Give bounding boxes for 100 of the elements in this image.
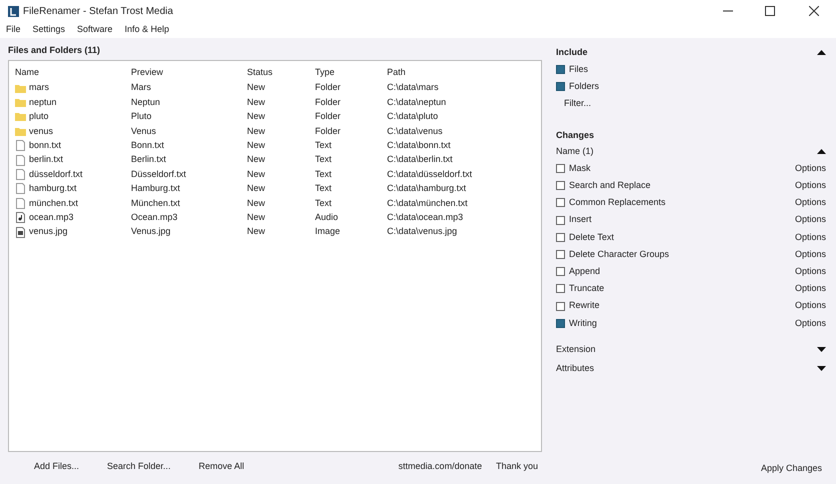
filter-button[interactable]: Filter... <box>556 95 600 113</box>
table-cell-text: New <box>247 196 266 210</box>
checkbox[interactable] <box>556 65 565 74</box>
checkbox-label[interactable]: Rewrite <box>569 299 795 313</box>
checkbox-label[interactable]: Append <box>569 264 795 278</box>
checkbox[interactable] <box>556 198 565 208</box>
column-header[interactable]: Type <box>315 66 387 80</box>
maximize-icon[interactable] <box>765 6 775 16</box>
checkbox-label[interactable]: Insert <box>569 213 795 227</box>
table-cell-text: Image <box>315 225 342 238</box>
options-link[interactable]: Options <box>794 179 826 193</box>
column-header[interactable]: Preview <box>131 66 247 80</box>
file-name[interactable]: düsseldorf.txt <box>29 168 83 182</box>
table-cell-text: C:\data\düsseldorf.txt <box>387 168 474 181</box>
checkbox[interactable] <box>556 164 565 174</box>
column-header[interactable]: Name <box>15 66 131 80</box>
close-icon[interactable] <box>809 6 819 16</box>
checkbox[interactable] <box>556 216 565 225</box>
checkbox[interactable] <box>556 284 565 294</box>
file-name[interactable]: bonn.txt <box>29 139 62 152</box>
collapse-arrow-icon[interactable] <box>817 50 826 55</box>
menu-item[interactable]: Settings <box>32 23 66 37</box>
options-link[interactable]: Options <box>794 162 826 176</box>
panel-title: Files and Folders (11) <box>8 44 102 57</box>
options-link[interactable]: Options <box>794 282 826 296</box>
folder-icon <box>15 98 26 108</box>
table-cell-text: Düsseldorf.txt <box>131 168 188 181</box>
file-name[interactable]: venus <box>29 124 54 138</box>
checkbox[interactable] <box>556 82 565 91</box>
table-cell-text: Folder <box>315 124 342 138</box>
table-cell-text: Text <box>315 168 333 181</box>
file-name[interactable]: venus.jpg <box>29 225 68 239</box>
table-cell-text: C:\data\ocean.mp3 <box>387 210 464 224</box>
section-title[interactable]: Include <box>556 46 588 60</box>
section-title: Changes <box>556 129 596 142</box>
checkbox-label[interactable]: Writing <box>569 316 795 330</box>
column-header[interactable]: Path <box>387 66 537 80</box>
table-cell-text: New <box>247 124 266 138</box>
table-cell-text: Text <box>315 139 333 152</box>
table-cell-text: New <box>247 182 266 196</box>
file-name[interactable]: pluto <box>29 110 49 124</box>
table-cell-text: C:\data\berlin.txt <box>387 153 454 166</box>
checkbox-label[interactable]: Search and Replace <box>569 179 795 193</box>
checkbox-label[interactable]: Common Replacements <box>569 196 795 210</box>
expand-arrow-icon[interactable] <box>817 346 826 352</box>
toolbar-button[interactable]: Search Folder... <box>95 458 183 476</box>
expand-arrow-icon[interactable] <box>817 366 826 371</box>
checkbox[interactable] <box>556 318 565 328</box>
file-name[interactable]: mars <box>29 81 49 95</box>
section-title[interactable]: Attributes <box>556 362 594 376</box>
section-title[interactable]: Name (1) <box>556 144 594 158</box>
options-link[interactable]: Options <box>794 213 826 227</box>
checkbox[interactable] <box>556 267 565 276</box>
menu-item[interactable]: File <box>6 23 21 37</box>
table-cell-text: C:\data\pluto <box>387 110 440 124</box>
thanks-text: Thank you <box>496 460 538 474</box>
checkbox-label[interactable]: Folders <box>569 80 600 94</box>
file-icon <box>16 198 25 209</box>
options-link[interactable]: Options <box>794 196 826 210</box>
file-name[interactable]: ocean.mp3 <box>29 210 74 224</box>
table-cell-text: C:\data\mars <box>387 81 440 94</box>
menu-item[interactable]: Info & Help <box>124 23 170 37</box>
table-cell-text: Hamburg.txt <box>131 182 182 196</box>
options-link[interactable]: Options <box>794 299 826 313</box>
donate-link[interactable]: sttmedia.com/donate <box>398 460 482 474</box>
checkbox[interactable] <box>556 181 565 190</box>
app-icon <box>8 6 19 16</box>
apply-changes-button[interactable]: Apply Changes <box>756 462 826 476</box>
table-cell-text: C:\data\hamburg.txt <box>387 182 468 196</box>
table-cell-text: Text <box>315 182 333 196</box>
checkbox[interactable] <box>556 250 565 260</box>
audio-file-icon <box>16 212 25 224</box>
table-cell-text: Mars <box>131 81 152 94</box>
toolbar-button[interactable]: Add Files... <box>22 458 92 476</box>
table-cell-text: München.txt <box>131 196 182 210</box>
file-name[interactable]: hamburg.txt <box>29 182 77 196</box>
checkbox-label[interactable]: Truncate <box>569 282 795 296</box>
collapse-arrow-icon[interactable] <box>817 149 826 154</box>
toolbar-button[interactable]: Remove All <box>186 458 256 476</box>
options-link[interactable]: Options <box>794 264 826 278</box>
table-cell-text: New <box>247 153 266 166</box>
column-header[interactable]: Status <box>247 66 315 80</box>
options-link[interactable]: Options <box>794 230 826 244</box>
table-cell-text: C:\data\venus.jpg <box>387 225 458 238</box>
checkbox-label[interactable]: Delete Character Groups <box>569 248 795 262</box>
checkbox[interactable] <box>556 232 565 242</box>
checkbox-label[interactable]: Files <box>569 62 588 76</box>
file-icon <box>16 154 25 166</box>
section-title[interactable]: Extension <box>556 342 596 356</box>
file-name[interactable]: münchen.txt <box>29 196 78 210</box>
file-name[interactable]: neptun <box>29 96 57 110</box>
checkbox-label[interactable]: Mask <box>569 162 795 176</box>
options-link[interactable]: Options <box>794 248 826 262</box>
menu-item[interactable]: Software <box>77 23 113 37</box>
checkbox[interactable] <box>556 302 565 311</box>
options-link[interactable]: Options <box>794 316 826 330</box>
folder-icon <box>15 84 26 93</box>
checkbox-label[interactable]: Delete Text <box>569 230 795 244</box>
image-file-icon <box>16 226 25 238</box>
file-name[interactable]: berlin.txt <box>29 153 64 167</box>
